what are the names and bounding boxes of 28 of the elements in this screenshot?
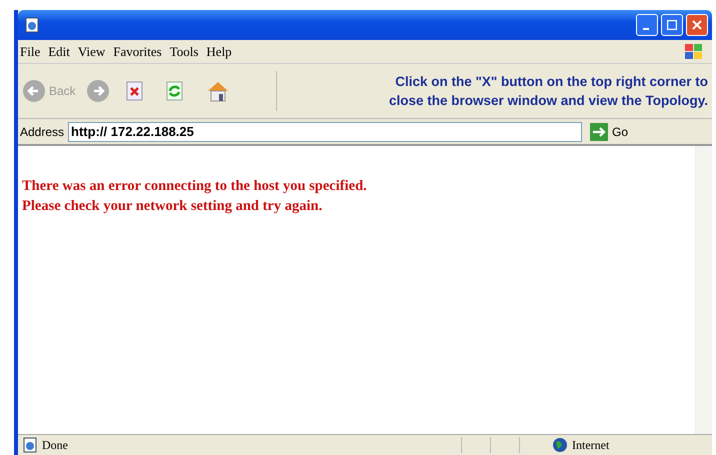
stop-icon[interactable] xyxy=(126,81,144,101)
menu-item[interactable]: View xyxy=(78,44,106,60)
status-text: Done xyxy=(42,438,68,452)
go-button[interactable]: Go xyxy=(586,122,632,140)
menu-item[interactable]: Tools xyxy=(170,44,198,60)
globe-icon xyxy=(552,437,568,453)
windows-logo-icon xyxy=(684,42,704,60)
address-field[interactable]: http:// 172.22.188.25 xyxy=(68,122,582,142)
close-icon xyxy=(692,20,702,30)
menu-item[interactable]: Help xyxy=(206,44,232,60)
minimize-button[interactable] xyxy=(636,14,658,36)
maximize-icon xyxy=(667,20,677,30)
maximize-button[interactable] xyxy=(661,14,683,36)
page-icon xyxy=(24,17,40,33)
instruction-text: Click on the "X" button on the top right corner to close the browser window and view the Topology. xyxy=(388,73,709,110)
error-message: There was an error connecting to the host you specified. xyxy=(22,178,368,195)
page-icon xyxy=(22,437,38,453)
menu-item[interactable]: Edit xyxy=(48,44,70,60)
menu-item[interactable]: File xyxy=(20,44,40,60)
error-message: Please check your network setting and try again. xyxy=(22,198,324,215)
minimize-icon xyxy=(642,28,648,30)
scrollbar[interactable] xyxy=(695,146,712,434)
zone-text: Internet xyxy=(572,438,610,452)
close-button[interactable] xyxy=(686,14,708,36)
refresh-icon[interactable] xyxy=(166,81,184,101)
home-icon[interactable] xyxy=(206,80,230,102)
menu-item[interactable]: Favorites xyxy=(113,44,162,60)
address-label: Address xyxy=(20,124,64,138)
